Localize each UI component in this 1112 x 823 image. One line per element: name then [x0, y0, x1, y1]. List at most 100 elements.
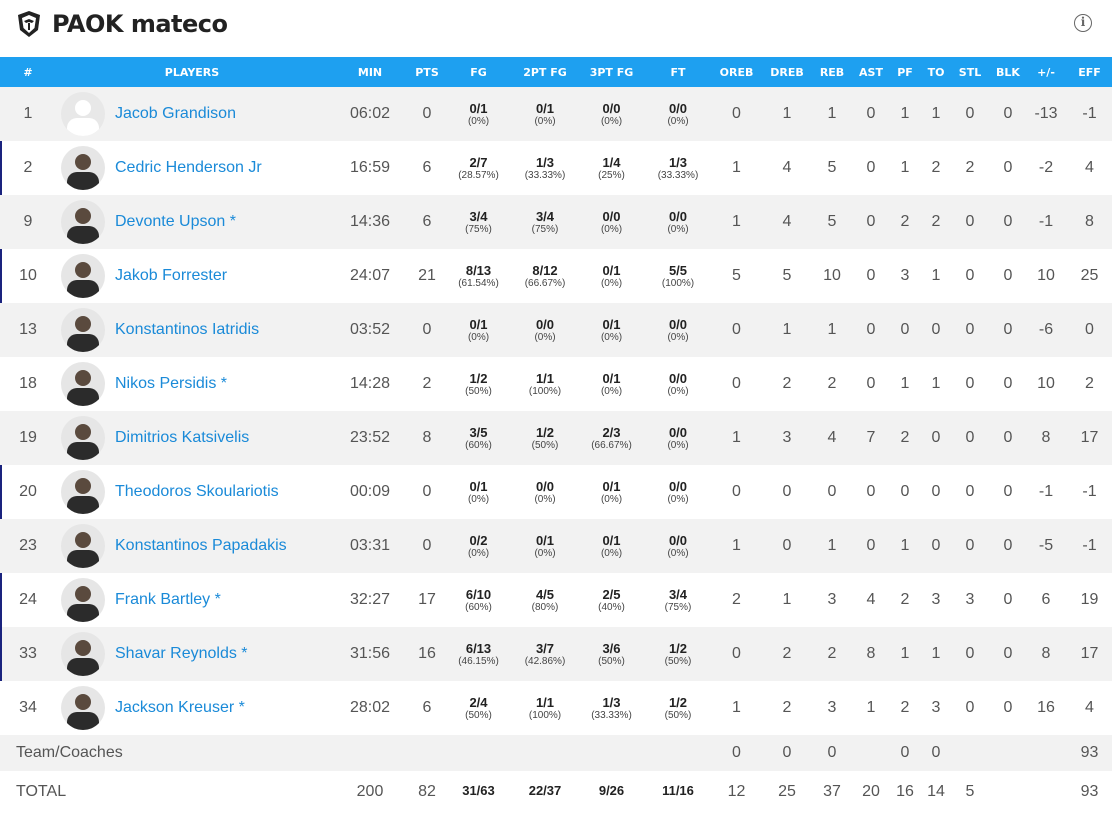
stat-pf: 0: [887, 735, 923, 771]
column-header[interactable]: MIN: [328, 57, 412, 87]
stat-to: 0: [923, 519, 949, 573]
player-name-link[interactable]: Frank Bartley *: [115, 591, 221, 609]
field-goals-percentage: (0%): [467, 331, 490, 343]
total-row: TOTAL 200 82 31/63 22/37 9/26 11/16 12 25 37 20 16 1…: [0, 771, 1112, 823]
stat-ast: 4: [855, 573, 887, 627]
two-pointers-made-attempted: 1/2: [535, 424, 555, 440]
stat-blk: 0: [991, 519, 1025, 573]
free-throws: 1/3 (33.33%): [648, 141, 708, 195]
stat-oreb: 1: [708, 141, 765, 195]
three-pointers: 2/3 (66.67%): [575, 411, 648, 465]
info-icon[interactable]: i: [1074, 14, 1092, 32]
column-header[interactable]: +/-: [1025, 57, 1067, 87]
stat-pf: 1: [887, 87, 923, 141]
three-pointers-percentage: (50%): [598, 655, 625, 667]
player-info: Frank Bartley *: [56, 578, 328, 622]
stat-pm: -5: [1025, 519, 1067, 573]
player-name-link[interactable]: Theodoros Skoulariotis: [115, 483, 279, 501]
stat-oreb: 1: [708, 195, 765, 249]
player-name-link[interactable]: Nikos Persidis *: [115, 375, 227, 393]
field-goals-made-attempted: 0/1: [469, 100, 488, 116]
table-row[interactable]: 1 Jacob Grandison 06:02 0 0/1 (0%) 0/1 (0%) 0/0(…: [0, 87, 1112, 141]
avatar-body: [67, 334, 99, 352]
player-name-link[interactable]: Jakob Forrester: [115, 267, 227, 285]
table-row[interactable]: 18 Nikos Persidis * 14:28 2 1/2 (50%) 1/1 (100%…: [0, 357, 1112, 411]
field-goals-made-attempted: 1/2: [469, 370, 488, 386]
free-throws: 3/4 (75%): [648, 573, 708, 627]
column-header[interactable]: FT: [648, 57, 708, 87]
column-header[interactable]: AST: [855, 57, 887, 87]
player-name-link[interactable]: Shavar Reynolds *: [115, 645, 248, 663]
three-pointers-made-attempted: 1/3: [602, 694, 621, 710]
avatar-body: [67, 172, 99, 190]
table-row[interactable]: 34 Jackson Kreuser * 28:02 6 2/4 (50%) 1/1 (100…: [0, 681, 1112, 735]
stat-pm: [1025, 735, 1067, 771]
stat-dreb: 2: [765, 627, 809, 681]
table-row[interactable]: 2 Cedric Henderson Jr 16:59 6 2/7 (28.57%) 1/3…: [0, 141, 1112, 195]
column-header[interactable]: BLK: [991, 57, 1025, 87]
two-pointers-percentage: (50%): [531, 439, 559, 451]
field-goals-made-attempted: 2/7: [469, 154, 488, 170]
stat-to: 2: [923, 141, 949, 195]
two-pointers: 1/1 (100%): [515, 357, 575, 411]
player-name-link[interactable]: Jackson Kreuser *: [115, 699, 245, 717]
team-coaches-row: Team/Coaches 0 0 0 0 0 93: [0, 735, 1112, 771]
column-header[interactable]: REB: [809, 57, 855, 87]
stat-oreb: 0: [708, 357, 765, 411]
table-row[interactable]: 13 Konstantinos Iatridis 03:52 0 0/1 (0%) 0/0(…: [0, 303, 1112, 357]
stat-blk: 0: [991, 303, 1025, 357]
table-row[interactable]: 23 Konstantinos Papadakis 03:31 0 0/2 (0%) 0/1…: [0, 519, 1112, 573]
two-pointers-percentage: (0%): [534, 547, 556, 559]
field-goals: 3/4 (75%): [442, 195, 515, 249]
column-header[interactable]: TO: [923, 57, 949, 87]
free-throws-made-attempted: 3/4: [668, 586, 688, 602]
table-row[interactable]: 9 Devonte Upson * 14:36 6 3/4 (75%) 3/4 (75%) 0/…: [0, 195, 1112, 249]
two-pointers-made-attempted: 1/1: [535, 370, 555, 386]
stat-ast: 0: [855, 141, 887, 195]
three-pointers-made-attempted: 0/1: [602, 532, 621, 548]
stat-reb: 1: [809, 87, 855, 141]
stat-to: 0: [923, 303, 949, 357]
player-cell: Jacob Grandison: [56, 87, 328, 141]
stat-eff: 17: [1067, 411, 1112, 465]
two-pointers-made-attempted: 4/5: [535, 586, 555, 602]
player-name-link[interactable]: Dimitrios Katsivelis: [115, 429, 249, 447]
player-name-link[interactable]: Konstantinos Papadakis: [115, 537, 287, 555]
player-name-link[interactable]: Devonte Upson *: [115, 213, 236, 231]
avatar-body: [67, 658, 99, 676]
column-header[interactable]: EFF: [1067, 57, 1112, 87]
points: 0: [412, 87, 442, 141]
avatar-body: [67, 604, 99, 622]
stat-to: 1: [923, 249, 949, 303]
avatar-head: [75, 100, 91, 116]
player-info: Jackson Kreuser *: [56, 686, 328, 730]
table-row[interactable]: 19 Dimitrios Katsivelis 23:52 8 3/5 (60%) 1/2(…: [0, 411, 1112, 465]
column-header[interactable]: PF: [887, 57, 923, 87]
column-header[interactable]: STL: [949, 57, 991, 87]
avatar: [61, 200, 105, 244]
table-row[interactable]: 10 Jakob Forrester 24:07 21 8/13 (61.54%) 8/12…: [0, 249, 1112, 303]
column-header[interactable]: PTS: [412, 57, 442, 87]
column-header[interactable]: 2PT FG: [515, 57, 575, 87]
avatar-body: [67, 280, 99, 298]
table-row[interactable]: 20 Theodoros Skoulariotis 00:09 0 0/1 (0%) 0/0…: [0, 465, 1112, 519]
column-header[interactable]: FG: [442, 57, 515, 87]
table-row[interactable]: 33 Shavar Reynolds * 31:56 16 6/13 (46.15%) 3/…: [0, 627, 1112, 681]
stat-pm: -13: [1025, 87, 1067, 141]
stat-to: 2: [923, 195, 949, 249]
field-goals-made-attempted: 0/2: [469, 532, 488, 548]
column-header[interactable]: OREB: [708, 57, 765, 87]
player-name-link[interactable]: Konstantinos Iatridis: [115, 321, 259, 339]
column-header[interactable]: DREB: [765, 57, 809, 87]
player-info: Jakob Forrester: [56, 254, 328, 298]
stat-blk: 0: [991, 195, 1025, 249]
three-pointers-made-attempted: 2/3: [602, 424, 621, 440]
field-goals-made-attempted: 8/13: [465, 262, 492, 278]
column-header[interactable]: 3PT FG: [575, 57, 648, 87]
stat-oreb: 12: [708, 771, 765, 823]
column-header[interactable]: #: [0, 57, 56, 87]
player-name-link[interactable]: Jacob Grandison: [115, 105, 236, 123]
table-row[interactable]: 24 Frank Bartley * 32:27 17 6/10 (60%) 4/5 (80%…: [0, 573, 1112, 627]
column-header[interactable]: PLAYERS: [56, 57, 328, 87]
player-name-link[interactable]: Cedric Henderson Jr: [115, 159, 262, 177]
